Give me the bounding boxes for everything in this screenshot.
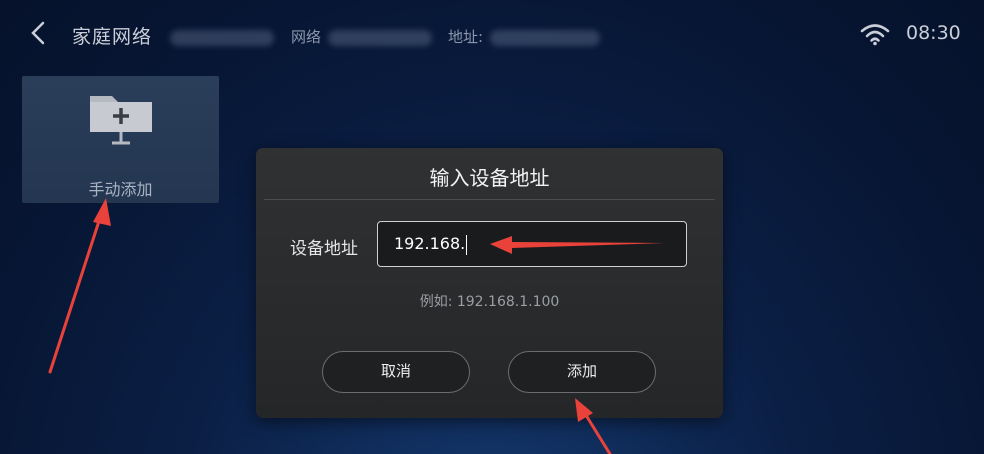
page-title: 家庭网络 — [72, 26, 153, 48]
annotation-arrow-tile — [48, 198, 111, 374]
network-label: 网络 — [291, 28, 322, 46]
redacted-network-value — [328, 30, 432, 46]
chevron-left-icon[interactable] — [28, 21, 50, 45]
device-address-label: 设备地址 — [290, 239, 358, 259]
add-folder-icon — [90, 96, 152, 145]
manual-add-tile[interactable]: 手动添加 — [22, 76, 219, 203]
dialog-divider — [264, 199, 715, 200]
address-hint: 例如: 192.168.1.100 — [419, 294, 560, 310]
wifi-icon — [860, 24, 890, 46]
address-label: 地址: — [448, 28, 484, 46]
address-dialog: 输入设备地址 设备地址 192.168. 例如: 192.168.1.100 取… — [256, 148, 723, 418]
text-caret — [466, 234, 468, 255]
redacted-network-name — [170, 30, 274, 46]
tile-label: 手动添加 — [88, 180, 153, 199]
redacted-address-value — [490, 30, 600, 46]
device-address-value: 192.168. — [394, 234, 466, 253]
device-address-input[interactable]: 192.168. — [377, 221, 687, 267]
top-bar: 家庭网络 网络 地址: 08:30 — [0, 0, 984, 68]
cancel-button[interactable]: 取消 — [322, 351, 470, 393]
clock: 08:30 — [906, 22, 961, 44]
dialog-title: 输入设备地址 — [429, 166, 550, 190]
add-button[interactable]: 添加 — [508, 351, 656, 393]
